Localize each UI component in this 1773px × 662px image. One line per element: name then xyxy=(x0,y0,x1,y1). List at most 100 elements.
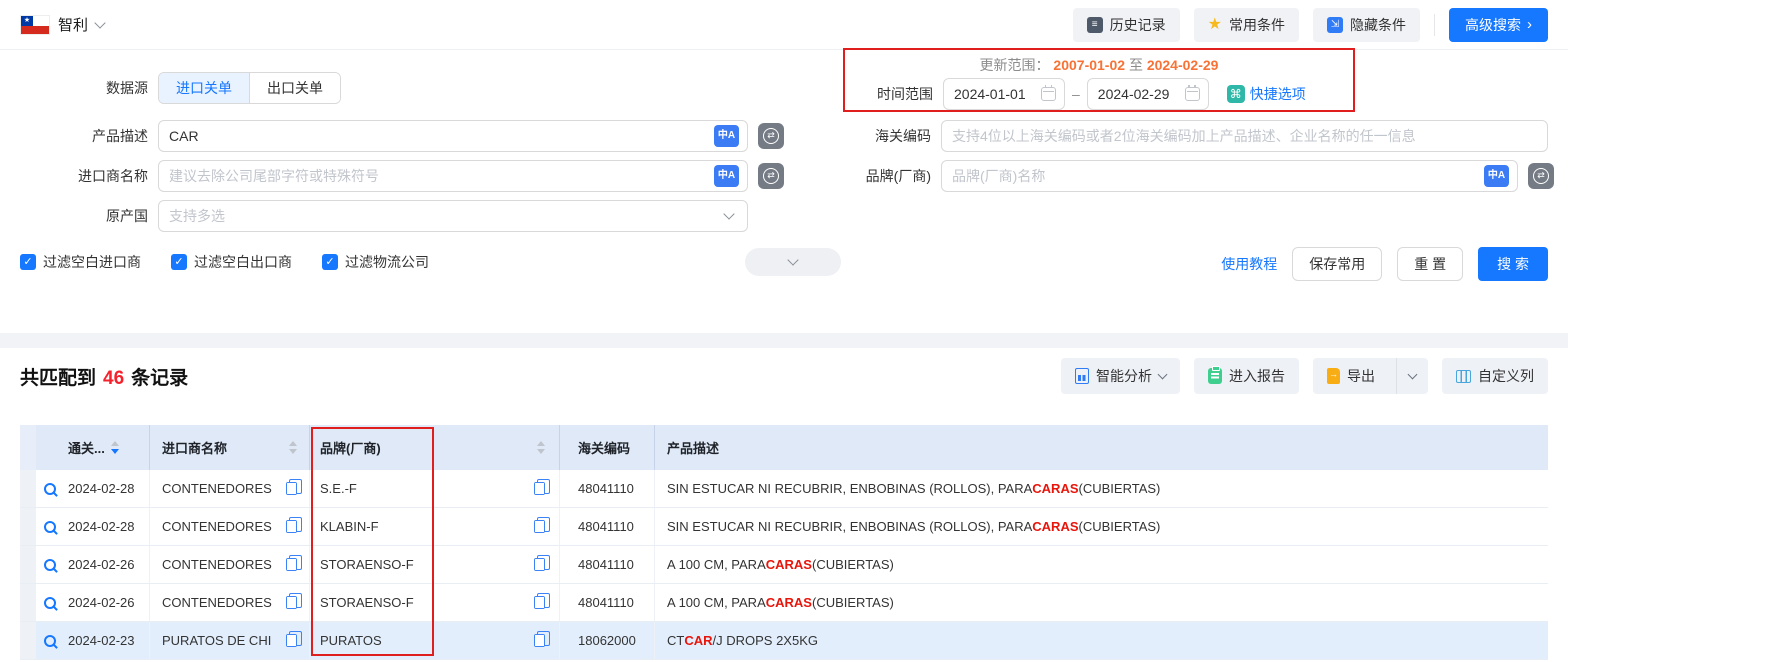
row-stripe xyxy=(20,470,36,507)
copy-icon[interactable] xyxy=(286,596,297,609)
row-description: A 100 CM, PARA CARAS (CUBIERTAS) xyxy=(655,584,1548,621)
brand-input[interactable] xyxy=(952,168,1484,184)
importer-name: CONTENEDORES xyxy=(162,595,272,610)
filter-checkbox-row: 过滤空白进口商 过滤空白出口商 过滤物流公司 xyxy=(20,252,429,272)
row-detail-search-icon[interactable] xyxy=(44,483,56,495)
match-count: 46 xyxy=(103,368,124,390)
reset-button[interactable]: 重 置 xyxy=(1397,247,1463,281)
header-hscode[interactable]: 海关编码 xyxy=(560,425,655,470)
row-detail-search-icon[interactable] xyxy=(44,559,56,571)
update-range-start: 2007-01-02 xyxy=(1053,57,1125,73)
results-table: 通关... 进口商名称 品牌(厂商) 海关编码 产品描述 2024-02-28 … xyxy=(20,425,1548,660)
row-hscode: 18062000 xyxy=(560,622,655,659)
advanced-search-button[interactable]: 高级搜索 › xyxy=(1449,8,1548,42)
checkbox-checked-icon[interactable] xyxy=(322,254,338,270)
table-row[interactable]: 2024-02-28 CONTENEDORES S.E.-F 48041110 … xyxy=(20,470,1548,508)
row-detail-search-icon[interactable] xyxy=(44,521,56,533)
checkbox-filter-logistics[interactable]: 过滤物流公司 xyxy=(322,252,429,272)
hs-code-input[interactable] xyxy=(952,128,1539,144)
row-hscode: 48041110 xyxy=(560,470,655,507)
copy-icon[interactable] xyxy=(534,520,545,533)
header-date[interactable]: 通关... xyxy=(64,425,150,470)
checkbox-checked-icon[interactable] xyxy=(171,254,187,270)
update-range-end: 2024-02-29 xyxy=(1147,57,1219,73)
copy-icon[interactable] xyxy=(534,596,545,609)
enter-report-button[interactable]: 进入报告 xyxy=(1194,358,1299,394)
copy-icon[interactable] xyxy=(286,520,297,533)
chevron-down-icon[interactable] xyxy=(94,17,105,28)
copy-icon[interactable] xyxy=(286,482,297,495)
synonym-toggle-icon[interactable]: ⇄ xyxy=(1528,163,1554,189)
row-detail-search-icon[interactable] xyxy=(44,597,56,609)
expand-collapse-toggle[interactable] xyxy=(745,248,841,276)
favorite-conditions-button[interactable]: ★ 常用条件 xyxy=(1194,8,1299,42)
row-date: 2024-02-28 xyxy=(64,470,150,507)
copy-icon[interactable] xyxy=(534,482,545,495)
row-detail-search-icon[interactable] xyxy=(44,635,56,647)
chevron-down-icon xyxy=(1408,370,1418,380)
export-dropdown-button[interactable] xyxy=(1396,358,1428,394)
translate-icon[interactable]: 中A xyxy=(714,165,739,187)
star-icon: ★ xyxy=(1208,17,1222,33)
tutorial-link[interactable]: 使用教程 xyxy=(1221,254,1277,274)
copy-icon[interactable] xyxy=(534,558,545,571)
copy-icon[interactable] xyxy=(534,634,545,647)
row-description: SIN ESTUCAR NI RECUBRIR, ENBOBINAS (ROLL… xyxy=(655,508,1548,545)
table-row[interactable]: 2024-02-26 CONTENEDORES STORAENSO-F 4804… xyxy=(20,546,1548,584)
quick-options-link[interactable]: ⌘ 快捷选项 xyxy=(1227,84,1306,104)
collapse-icon: ⇲ xyxy=(1327,17,1343,33)
table-header-row: 通关... 进口商名称 品牌(厂商) 海关编码 产品描述 xyxy=(20,425,1548,470)
origin-country-select[interactable]: 支持多选 xyxy=(158,200,748,232)
header-importer[interactable]: 进口商名称 xyxy=(150,425,310,470)
date-from-input[interactable]: 2024-01-01 xyxy=(943,78,1065,110)
brand-field: 中A xyxy=(941,160,1518,192)
header-brand[interactable]: 品牌(厂商) xyxy=(310,425,560,470)
row-stripe xyxy=(20,584,36,621)
tab-export-declarations[interactable]: 出口关单 xyxy=(250,73,340,103)
translate-icon[interactable]: 中A xyxy=(1484,165,1509,187)
importer-name: PURATOS DE CHI xyxy=(162,633,271,648)
copy-icon[interactable] xyxy=(286,634,297,647)
sort-control[interactable] xyxy=(537,441,545,454)
checkbox-checked-icon[interactable] xyxy=(20,254,36,270)
calendar-icon[interactable] xyxy=(1041,87,1056,101)
country-selector-label[interactable]: 智利 xyxy=(58,14,88,35)
chevron-down-icon xyxy=(723,208,734,219)
search-button[interactable]: 搜 索 xyxy=(1478,247,1548,281)
row-hscode: 48041110 xyxy=(560,508,655,545)
importer-name-input[interactable] xyxy=(169,168,714,184)
table-row[interactable]: 2024-02-26 CONTENEDORES STORAENSO-F 4804… xyxy=(20,584,1548,622)
checkbox-filter-blank-importer[interactable]: 过滤空白进口商 xyxy=(20,252,141,272)
translate-icon[interactable]: 中A xyxy=(714,125,739,147)
save-common-button[interactable]: 保存常用 xyxy=(1292,247,1382,281)
product-desc-input[interactable] xyxy=(169,128,714,144)
hs-code-label: 海关编码 xyxy=(780,126,931,146)
history-button[interactable]: ≡ 历史记录 xyxy=(1073,8,1180,42)
sort-control[interactable] xyxy=(111,441,119,454)
time-range-label: 时间范围 xyxy=(845,84,933,104)
date-to-input[interactable]: 2024-02-29 xyxy=(1087,78,1209,110)
report-clipboard-icon xyxy=(1208,368,1222,384)
tab-import-declarations[interactable]: 进口关单 xyxy=(159,73,250,103)
table-row-selected[interactable]: 2024-02-23 PURATOS DE CHI PURATOS 180620… xyxy=(20,622,1548,660)
row-stripe xyxy=(20,622,36,659)
sort-control[interactable] xyxy=(289,441,297,454)
topbar: ★ 智利 ≡ 历史记录 ★ 常用条件 ⇲ 隐藏条件 高级搜索 › xyxy=(0,0,1568,50)
checkbox-filter-blank-exporter[interactable]: 过滤空白出口商 xyxy=(171,252,292,272)
table-row[interactable]: 2024-02-28 CONTENEDORES KLABIN-F 4804111… xyxy=(20,508,1548,546)
smart-analysis-button[interactable]: 智能分析 xyxy=(1061,358,1180,394)
hide-conditions-button[interactable]: ⇲ 隐藏条件 xyxy=(1313,8,1420,42)
export-button[interactable]: 导出 xyxy=(1313,358,1389,394)
header-description[interactable]: 产品描述 xyxy=(655,425,1548,470)
columns-grid-icon xyxy=(1456,370,1471,383)
keyword-highlight: CARAS xyxy=(1032,481,1078,496)
calendar-icon[interactable] xyxy=(1185,87,1200,101)
copy-icon[interactable] xyxy=(286,558,297,571)
product-desc-field: 中A xyxy=(158,120,748,152)
customize-columns-button[interactable]: 自定义列 xyxy=(1442,358,1548,394)
section-divider xyxy=(0,333,1568,348)
row-hscode: 48041110 xyxy=(560,584,655,621)
importer-name: CONTENEDORES xyxy=(162,557,272,572)
chile-flag-icon: ★ xyxy=(20,15,50,35)
brand-name: STORAENSO-F xyxy=(320,595,414,610)
